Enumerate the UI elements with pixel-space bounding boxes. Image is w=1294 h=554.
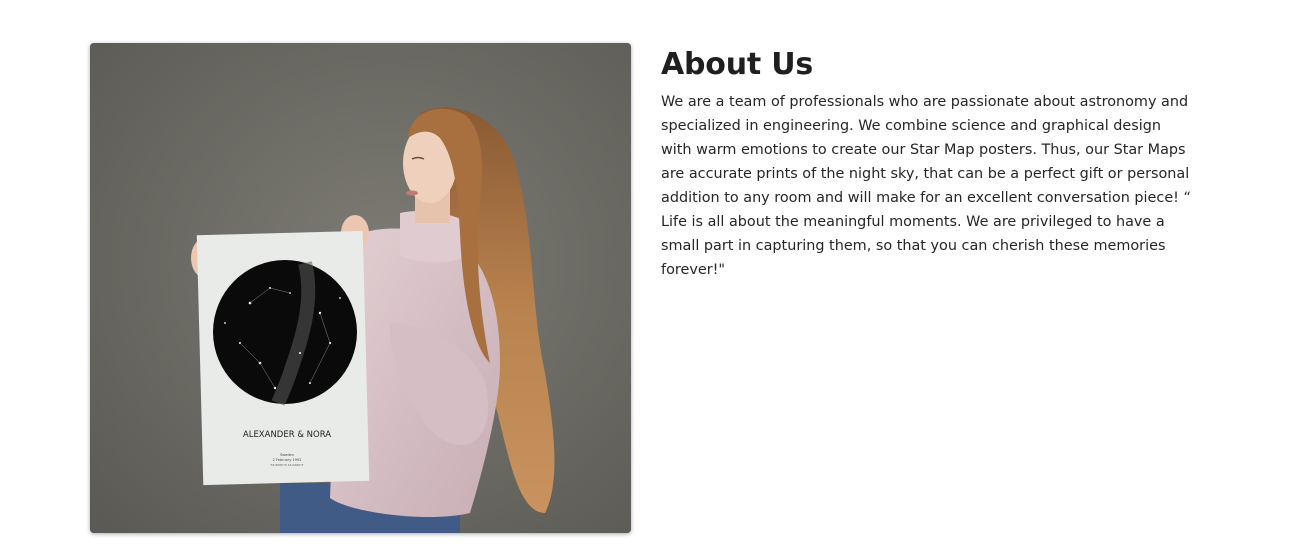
about-section: About Us We are a team of professionals …: [661, 44, 1201, 282]
poster-title: ALEXANDER & NORA: [243, 430, 331, 440]
poster-place: Sweden: [280, 453, 294, 457]
poster-date: 2 February 1992: [273, 458, 302, 462]
star-map-poster: ALEXANDER & NORA Sweden 2 February 1992 …: [196, 230, 370, 486]
poster-coords: 58.8586°N 18.0686°E: [271, 463, 304, 467]
woman-holding-star-map-image: ALEXANDER & NORA Sweden 2 February 1992 …: [90, 43, 631, 533]
about-photo: ALEXANDER & NORA Sweden 2 February 1992 …: [90, 43, 631, 533]
about-heading: About Us: [661, 47, 814, 82]
about-body-text: We are a team of professionals who are p…: [661, 94, 1191, 278]
